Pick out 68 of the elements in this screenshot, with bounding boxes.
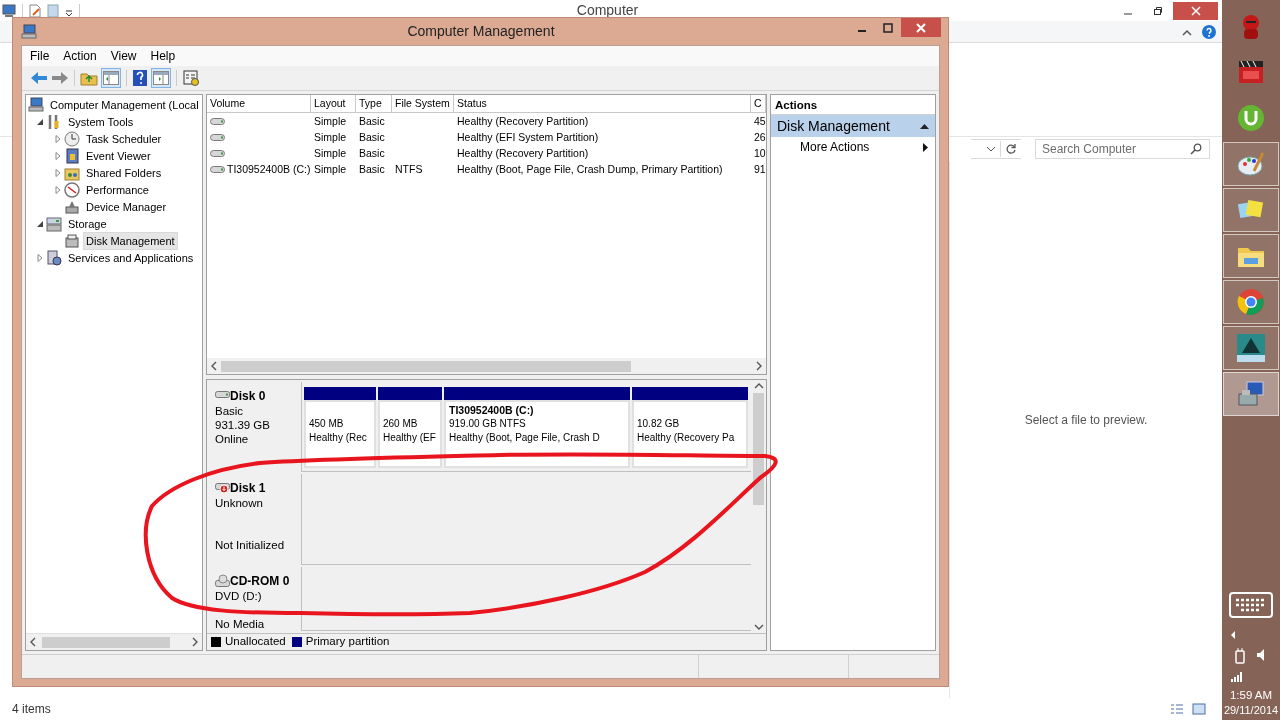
table-cell-text: Healthy (Recovery Partition)	[457, 114, 589, 129]
disk-status: Online	[215, 432, 250, 446]
menu-item[interactable]: View	[104, 46, 143, 66]
table-cell-text: Simple	[314, 114, 347, 129]
disk-status: No Media	[215, 617, 266, 631]
tree-item[interactable]: Storage	[65, 214, 110, 233]
window-title: Computer Management	[407, 22, 555, 41]
preview-message: Select a file to preview.	[1024, 411, 1148, 429]
table-cell-text: Simple	[314, 130, 347, 145]
action-section-header[interactable]: Disk Management	[771, 115, 935, 137]
table-cell-text: Healthy (Recovery Partition)	[457, 146, 589, 161]
clock-time[interactable]: 1:59 AM	[1229, 688, 1273, 703]
tree-item[interactable]: Performance	[83, 180, 152, 199]
disk-name: Disk 1	[230, 480, 266, 497]
partition-name: TI30952400B (C:)	[449, 403, 535, 417]
column-header[interactable]: C	[751, 95, 766, 113]
disk-name: CD-ROM 0	[230, 573, 290, 590]
search-field[interactable]: Search Computer	[1035, 139, 1210, 159]
column-header[interactable]: File System	[392, 95, 454, 113]
disk-type: Basic	[215, 404, 245, 418]
disk-type: DVD (D:)	[215, 589, 263, 603]
table-cell-text: Basic	[359, 130, 385, 145]
partition-status: Healthy (Recovery Pa	[637, 431, 736, 445]
table-cell-text: Basic	[359, 146, 385, 161]
partition-status: Healthy (EF	[383, 431, 437, 445]
column-header[interactable]: Status	[454, 95, 751, 113]
disk-size: 931.39 GB	[215, 418, 271, 432]
column-header[interactable]: Layout	[311, 95, 356, 113]
table-cell-text: 26	[754, 130, 766, 145]
table-cell-text: NTFS	[395, 162, 423, 177]
tree-item[interactable]: Device Manager	[83, 197, 170, 216]
table-cell-text: TI30952400B (C:)	[227, 162, 311, 177]
tree-item[interactable]: Services and Applications	[65, 248, 197, 267]
column-header[interactable]: Volume	[207, 95, 311, 113]
disk-status: Not Initialized	[215, 538, 286, 552]
table-cell-text: 45	[754, 114, 766, 129]
status-text: 4 items	[12, 701, 51, 718]
disk-type: Unknown	[215, 496, 264, 510]
table-cell-text: Healthy (Boot, Page File, Crash Dump, Primary Partition)	[457, 162, 723, 177]
table-cell-text: Basic	[359, 162, 385, 177]
menu-item[interactable]: File	[24, 46, 56, 66]
partition-size: 919.00 GB NTFS	[449, 417, 527, 431]
tree-item[interactable]: Disk Management	[83, 231, 178, 250]
partition-size: 260 MB	[383, 417, 419, 431]
disk-name: Disk 0	[230, 388, 266, 405]
table-cell-text: Healthy (EFI System Partition)	[457, 130, 599, 145]
table-cell-text: Simple	[314, 146, 347, 161]
tree-item[interactable]: Task Scheduler	[83, 129, 165, 148]
menu-item[interactable]: Action	[57, 46, 103, 66]
table-cell-text: 10	[754, 146, 766, 161]
table-cell-text: Basic	[359, 114, 385, 129]
tree-item[interactable]: Shared Folders	[83, 163, 165, 182]
tree-item[interactable]: Computer Management (Local	[47, 95, 202, 114]
partition-size: 10.82 GB	[637, 417, 681, 431]
tree-item[interactable]: System Tools	[65, 112, 137, 131]
partition-status: Healthy (Boot, Page File, Crash D	[449, 431, 601, 445]
column-header[interactable]: Type	[356, 95, 392, 113]
partition-size: 450 MB	[309, 417, 345, 431]
menu-item[interactable]: Help	[144, 46, 182, 66]
window-title: Computer	[575, 1, 640, 20]
partition-status: Healthy (Rec	[309, 431, 368, 445]
action-item[interactable]: More Actions	[771, 137, 935, 157]
table-cell-text: 91	[754, 162, 766, 177]
clock-date[interactable]: 29/11/2014	[1223, 703, 1279, 718]
table-cell-text: Simple	[314, 162, 347, 177]
legend-label: Unallocated	[225, 634, 286, 650]
tree-item[interactable]: Event Viewer	[83, 146, 154, 165]
legend-label: Primary partition	[305, 634, 390, 650]
